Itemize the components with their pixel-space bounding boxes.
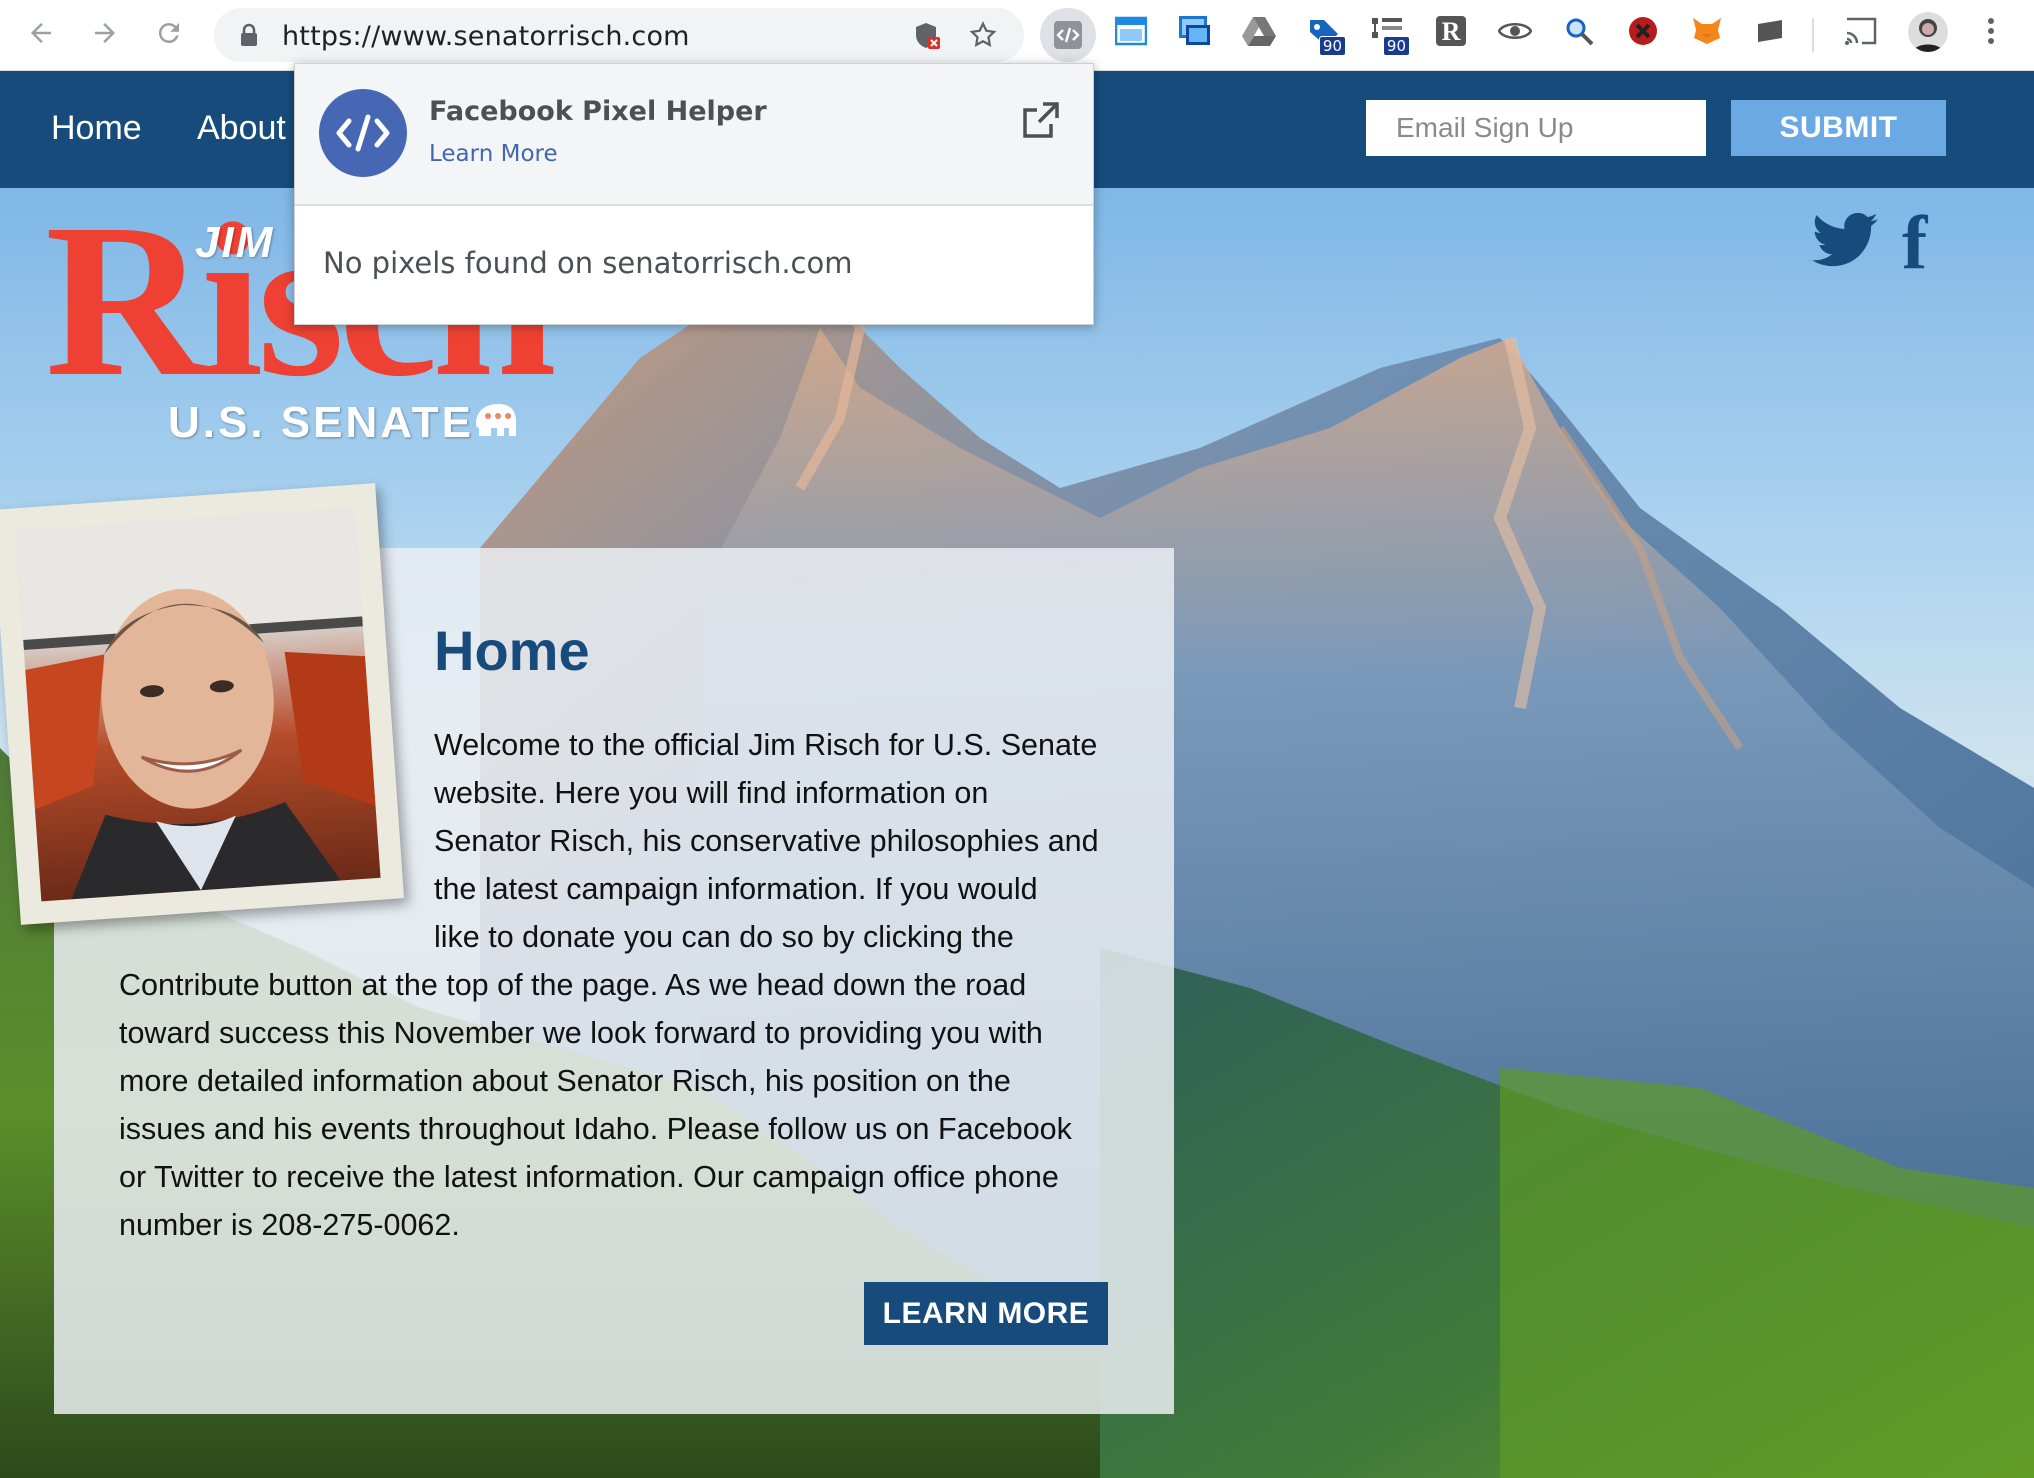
logo-senate-text: U.S. SENATE: [168, 398, 475, 447]
body-text-line: or Twitter to receive the latest informa…: [119, 1160, 1059, 1194]
body-text-line: issues and his events throughout Idaho. …: [119, 1112, 1072, 1146]
body-text-line: more detailed information about Senator …: [119, 1064, 1011, 1098]
body-text-line: number is 208-275-0062.: [119, 1208, 460, 1242]
nav-about-link[interactable]: About: [197, 109, 286, 148]
shield-blocked-icon[interactable]: [914, 21, 942, 51]
page-title: Home: [434, 619, 590, 682]
fox-extension-icon[interactable]: [1690, 14, 1724, 48]
r-extension-icon[interactable]: R: [1434, 14, 1468, 48]
eye-extension-icon[interactable]: [1498, 14, 1532, 48]
tree-extension-badge: 90: [1382, 36, 1410, 56]
bookmark-star-icon[interactable]: [968, 20, 998, 50]
body-text-line: like to donate you can do so by clicking…: [434, 920, 1014, 954]
twitter-icon[interactable]: [1812, 212, 1878, 268]
tag-extension-badge: 90: [1318, 36, 1346, 56]
popup-title: Facebook Pixel Helper: [429, 96, 767, 127]
logo-jim-text: JIM: [195, 218, 275, 267]
pixel-helper-popup: Facebook Pixel Helper Learn More No pixe…: [294, 63, 1094, 325]
submit-button[interactable]: SUBMIT: [1731, 100, 1946, 156]
profile-avatar[interactable]: [1908, 12, 1948, 52]
lock-icon: [241, 23, 257, 46]
candidate-photo-frame: [0, 483, 405, 925]
body-text-line: the latest campaign information. If you …: [434, 872, 1038, 906]
address-bar[interactable]: https://www.senatorrisch.com: [214, 8, 1024, 62]
blocker-extension-icon[interactable]: [1626, 14, 1660, 48]
popup-learn-more-link[interactable]: Learn More: [429, 141, 558, 167]
facebook-icon[interactable]: f: [1902, 205, 1927, 281]
external-link-icon[interactable]: [1021, 100, 1061, 140]
magnifier-extension-icon[interactable]: [1562, 14, 1596, 48]
code-brackets-icon: [1054, 21, 1082, 49]
elephant-icon: [476, 404, 516, 436]
folder-extension-icon[interactable]: [1754, 14, 1788, 48]
pixel-helper-logo-icon: [319, 89, 407, 177]
body-text-line: Senator Risch, his conservative philosop…: [434, 824, 1099, 858]
popup-header: Facebook Pixel Helper Learn More: [295, 64, 1093, 206]
learn-more-button[interactable]: LEARN MORE: [864, 1282, 1108, 1345]
facebook-pixel-helper-icon[interactable]: [1040, 8, 1096, 62]
menu-icon[interactable]: [1974, 14, 2008, 48]
popup-message: No pixels found on senatorrisch.com: [323, 246, 853, 280]
body-text-line: Contribute button at the top of the page…: [119, 968, 1027, 1002]
body-text-line: toward success this November we look for…: [119, 1016, 1043, 1050]
toolbar-divider: [1812, 18, 1814, 52]
forward-button[interactable]: [82, 10, 128, 56]
browser-toolbar: https://www.senatorrisch.com 90 90 R: [0, 0, 2034, 71]
cast-icon[interactable]: [1844, 14, 1878, 48]
drive-extension-icon[interactable]: [1242, 14, 1276, 48]
tag-extension-icon[interactable]: 90: [1306, 14, 1346, 56]
back-button[interactable]: [18, 10, 64, 56]
body-text-line: Welcome to the official Jim Risch for U.…: [434, 728, 1098, 762]
screenshot-extension-icon[interactable]: [1178, 14, 1212, 48]
forward-arrow-icon: [95, 23, 115, 43]
back-arrow-icon: [31, 23, 51, 43]
svg-text:R: R: [1442, 17, 1461, 46]
reload-icon: [158, 23, 179, 44]
tree-extension-icon[interactable]: 90: [1370, 14, 1410, 56]
window-extension-icon[interactable]: [1114, 14, 1148, 48]
url-text[interactable]: https://www.senatorrisch.com: [282, 21, 690, 52]
nav-home-link[interactable]: Home: [51, 109, 142, 148]
email-signup-input[interactable]: [1366, 100, 1706, 156]
candidate-photo: [15, 506, 381, 902]
reload-button[interactable]: [146, 10, 192, 56]
body-text-line: website. Here you will find information …: [434, 776, 989, 810]
